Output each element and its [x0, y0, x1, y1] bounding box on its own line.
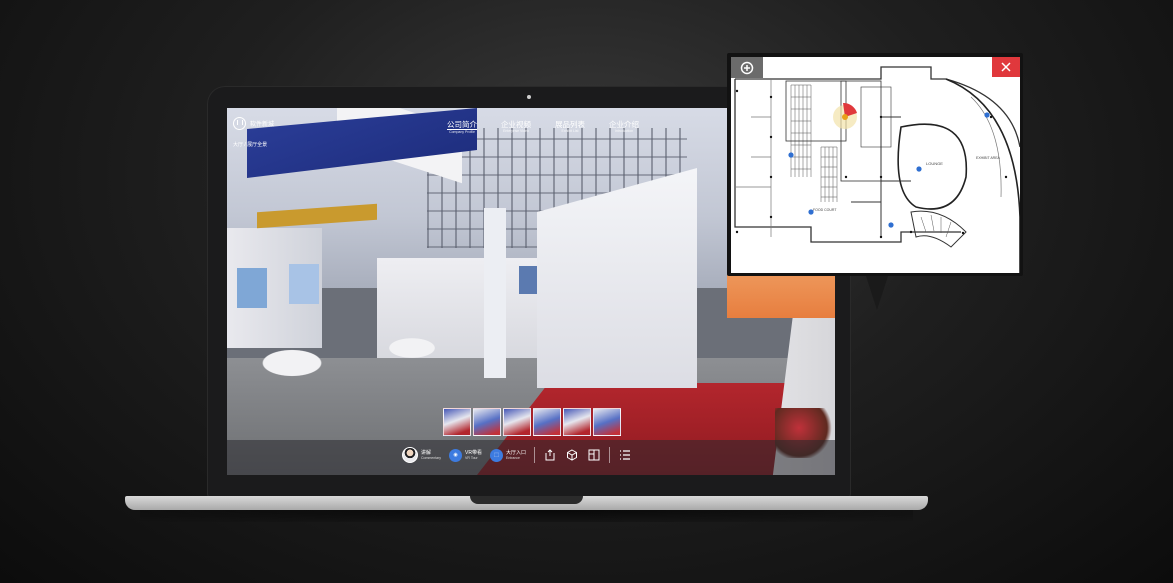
- close-icon: [1001, 62, 1011, 72]
- hotspot-marker[interactable]: [808, 209, 814, 215]
- hotspot-marker[interactable]: [788, 152, 794, 158]
- control-row: 讲解 Commentary ◉ VR带看 VR Tour ⬚ 大厅入口 Entr…: [402, 447, 632, 463]
- divider: [609, 447, 611, 463]
- logo-text: 软件新城: [250, 122, 275, 128]
- vr-icon: ◉: [449, 448, 463, 462]
- 3d-model-icon[interactable]: [565, 448, 579, 462]
- zoom-in-icon: [740, 61, 754, 74]
- popup-pointer: [866, 276, 888, 310]
- scene-thumbnail[interactable]: [443, 408, 471, 436]
- zoom-in-button[interactable]: [731, 57, 763, 78]
- avatar: [402, 447, 418, 463]
- laptop-camera: [527, 95, 531, 99]
- scene-thumbnail[interactable]: [533, 408, 561, 436]
- nav-item-enterprise-video[interactable]: 企业视频 Enterprise Video: [501, 120, 531, 134]
- plan-label-food-court: FOOD COURT: [813, 208, 837, 212]
- scene-thumbnails: [443, 408, 621, 436]
- vr-tour-button[interactable]: ◉ VR带看 VR Tour: [449, 448, 482, 462]
- divider: [534, 447, 536, 463]
- stage: 软件新城 大厅 / 展厅全景 开幕 公司简介 Company Profile 企…: [0, 0, 1173, 583]
- hotspot-marker[interactable]: [916, 166, 922, 172]
- agent-sub: Commentary: [421, 456, 442, 460]
- scene-subtitle: 大厅 / 展厅全景: [233, 142, 268, 148]
- plan-label-exhibit: EXHIBIT AREA: [976, 156, 1001, 160]
- close-button[interactable]: [992, 57, 1020, 77]
- hall-entrance-button[interactable]: ⬚ 大厅入口 Entrance: [490, 448, 526, 462]
- scene-thumbnail[interactable]: [473, 408, 501, 436]
- scene-thumbnail[interactable]: [563, 408, 591, 436]
- tour-logo[interactable]: 软件新城: [233, 117, 274, 130]
- nav-item-introduction[interactable]: 企业介绍 Introduction: [609, 120, 639, 134]
- agent-commentary-button[interactable]: 讲解 Commentary: [402, 447, 441, 463]
- plan-label-lounge: LOUNGE: [926, 161, 943, 166]
- laptop-notch: [470, 496, 583, 504]
- entrance-icon: ⬚: [490, 448, 503, 462]
- scene-thumbnail[interactable]: [503, 408, 531, 436]
- current-position-marker: [833, 102, 857, 129]
- nav-item-company-profile[interactable]: 公司简介 Company Profile: [447, 120, 477, 134]
- hotspot-marker[interactable]: [984, 112, 990, 118]
- hotspot-marker[interactable]: [888, 222, 894, 228]
- brand-logo-icon: [233, 117, 246, 130]
- floorplan-map[interactable]: LOUNGE EXHIBIT AREA FOOD COURT: [731, 57, 1020, 273]
- nav-item-exhibit-list[interactable]: 展品列表 Exhibit List: [555, 120, 585, 134]
- share-icon[interactable]: [543, 448, 557, 462]
- scene-thumbnail[interactable]: [593, 408, 621, 436]
- menu-list-icon[interactable]: [618, 448, 632, 462]
- tour-nav: 开幕 公司简介 Company Profile 企业视频 Enterprise …: [447, 120, 639, 134]
- floor-plan-icon[interactable]: [587, 448, 601, 462]
